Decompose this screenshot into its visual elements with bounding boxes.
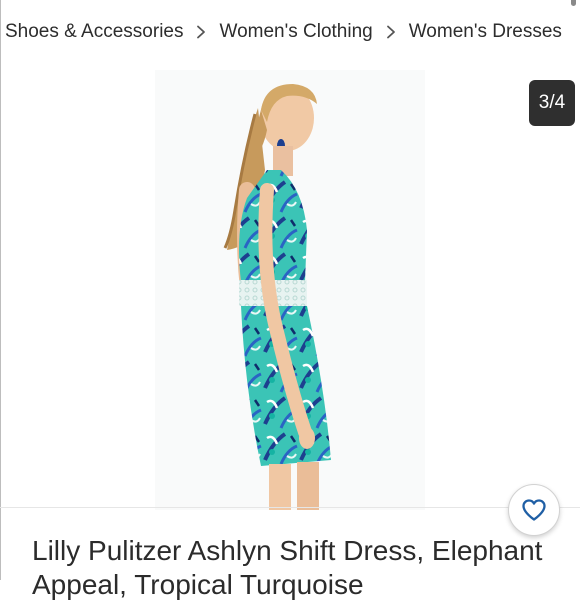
image-counter-badge: 3/4 xyxy=(529,80,575,126)
scrollbar-thumb[interactable] xyxy=(571,0,576,6)
left-border xyxy=(0,0,1,580)
breadcrumb-womens-clothing[interactable]: Women's Clothing xyxy=(219,21,372,43)
listing-title: Lilly Pulitzer Ashlyn Shift Dress, Eleph… xyxy=(32,535,543,600)
heart-outline-icon xyxy=(522,499,546,521)
chevron-right-icon xyxy=(373,21,409,43)
breadcrumb-womens-dresses[interactable]: Women's Dresses xyxy=(409,21,562,43)
breadcrumb-shoes-accessories[interactable]: Shoes & Accessories xyxy=(5,21,183,43)
model-illustration xyxy=(223,84,331,510)
breadcrumb: Shoes & Accessories Women's Clothing Wom… xyxy=(5,18,562,46)
chevron-right-icon xyxy=(183,21,219,43)
product-photo[interactable] xyxy=(155,70,425,510)
like-button[interactable] xyxy=(508,484,560,536)
section-divider xyxy=(0,507,580,508)
